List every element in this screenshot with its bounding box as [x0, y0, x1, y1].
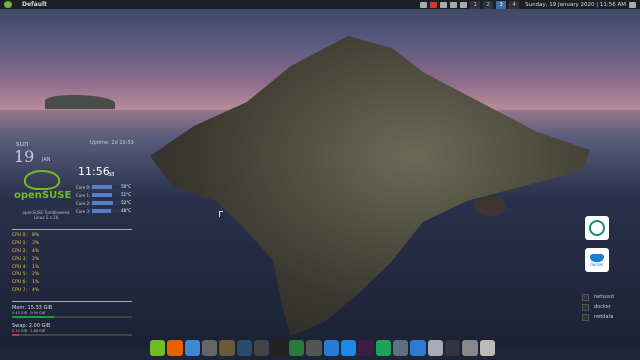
memory-info: Mem: 15.33 GiB 5.43 GiB 9.90 GiB Swap: 2… [12, 305, 132, 336]
terminal-icon[interactable] [271, 340, 287, 356]
trash-icon[interactable] [479, 340, 495, 356]
firefox-icon[interactable] [167, 340, 183, 356]
divider [12, 301, 132, 302]
logo-text: openSUSE [14, 190, 72, 201]
kernel-version: Linux 5.x.16 [33, 215, 59, 220]
gecko-icon [24, 170, 60, 190]
service-row[interactable]: docker [582, 302, 632, 312]
suse-icon[interactable] [150, 340, 166, 356]
status-icon [582, 293, 589, 301]
keyboard-icon[interactable] [440, 1, 448, 8]
cpu-row: CPU 5: 2% [12, 272, 40, 278]
core-row: Core 0: 50°C [76, 184, 132, 190]
core-temps: Core 0: 50°C Core 1: 51°C Core 2: 52°C Core… [76, 183, 132, 215]
workspace-4[interactable]: 4 [509, 0, 520, 9]
core-row: Core 1: 51°C [76, 192, 132, 198]
workspace-3[interactable]: 3 [496, 0, 507, 9]
conky-time: 11:56 [78, 165, 110, 178]
status-icon [582, 303, 589, 311]
service-list: netsusd docker netdata [582, 292, 632, 322]
window-icon[interactable] [444, 340, 461, 356]
vs-icon[interactable] [323, 340, 339, 356]
network-icon[interactable] [450, 1, 458, 8]
vscode-icon[interactable] [340, 340, 357, 356]
swap-detail: 0.12 GiB 1.88 GiB [12, 329, 46, 333]
cpu-row: CPU 2: 4% [12, 248, 40, 254]
box-icon[interactable] [410, 340, 426, 356]
workspace-2[interactable]: 2 [483, 0, 494, 9]
docker-widget[interactable]: docker [585, 248, 609, 272]
conky-month: JAN [42, 157, 51, 163]
cpu-row: CPU 3: 2% [12, 256, 40, 262]
cpu-row: CPU 6: 1% [12, 280, 40, 286]
mem-bar [12, 316, 132, 318]
app-menu-icon[interactable] [4, 1, 12, 8]
docker-label: docker [590, 261, 604, 267]
settings-icon[interactable] [427, 340, 443, 356]
suse-app-icon[interactable] [288, 340, 305, 356]
power-icon[interactable] [629, 1, 636, 8]
window-title: Default [22, 1, 47, 8]
flag-icon[interactable] [430, 1, 438, 8]
files-icon[interactable] [184, 340, 201, 356]
system-monitor-icon[interactable] [306, 340, 322, 356]
gear-icon[interactable] [392, 340, 409, 356]
mem-detail: 5.43 GiB 9.90 GiB [12, 311, 46, 315]
steam-icon[interactable] [236, 340, 253, 356]
service-row[interactable]: netsusd [582, 292, 632, 302]
vlc-icon[interactable] [254, 340, 270, 356]
hardinfo-icon[interactable] [202, 340, 218, 356]
slack-icon[interactable] [358, 340, 374, 356]
screenshot-icon[interactable] [462, 340, 478, 356]
conky-seconds: 38 [108, 172, 115, 178]
service-row[interactable]: netdata [582, 312, 632, 322]
cpu-row: CPU 1: 3% [12, 241, 40, 247]
cpu-row: CPU 0: 8% [12, 233, 40, 239]
tray-icon[interactable] [420, 1, 428, 8]
circle-icon [589, 220, 605, 236]
conky-date: 19 [14, 147, 35, 166]
app-launcher-widget[interactable] [585, 216, 609, 240]
core-row: Core 2: 52°C [76, 200, 132, 206]
cpu-row: CPU 4: 1% [12, 264, 40, 270]
status-icon [582, 313, 589, 321]
volume-icon[interactable] [460, 1, 468, 8]
distant-island [45, 95, 115, 109]
docker-whale-icon [590, 253, 604, 262]
conky-uptime: Uptime: 2d 19:59 [90, 140, 134, 146]
whatsapp-icon[interactable] [375, 340, 391, 356]
island [150, 36, 590, 336]
distro-info: openSUSE Tumbleweed Linux 5.x.16 [16, 210, 76, 220]
sea-rock [474, 196, 506, 216]
system-tray: 1 2 3 4 Sunday, 19 January 2020 | 11:56 … [420, 0, 636, 9]
opensuse-logo: openSUSE [14, 170, 72, 202]
divider [12, 229, 132, 230]
core-row: Core 3: 48°C [76, 208, 132, 214]
workspace-1[interactable]: 1 [470, 0, 481, 9]
cpu-row: CPU 7: 4% [12, 287, 40, 293]
gimp-icon[interactable] [219, 340, 235, 356]
cpu-list: CPU 0: 8% CPU 1: 3% CPU 2: 4% CPU 3: 2% CPU … [12, 232, 132, 294]
panel-clock[interactable]: Sunday, 19 January 2020 | 11:56 AM [525, 2, 626, 8]
mouse-cursor-icon [219, 211, 223, 217]
swap-bar [12, 334, 132, 336]
dock [150, 338, 495, 358]
top-panel: Default 1 2 3 4 Sunday, 19 January 2020 … [0, 0, 640, 9]
